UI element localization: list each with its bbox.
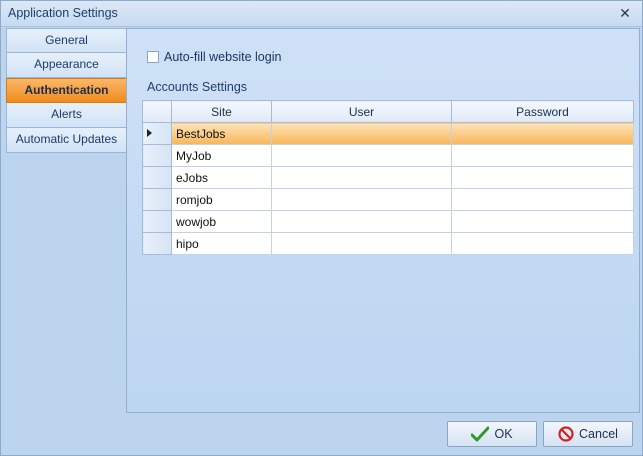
nav-item-general[interactable]: General [6, 28, 127, 53]
password-cell[interactable] [451, 122, 634, 145]
row-header[interactable] [142, 188, 172, 211]
row-pointer-icon [147, 129, 152, 137]
table-row[interactable]: romjob [142, 188, 634, 211]
title-bar[interactable]: Application Settings ✕ [1, 1, 642, 27]
user-cell[interactable] [271, 210, 452, 233]
authentication-panel: Auto-fill website login Accounts Setting… [126, 28, 640, 413]
autofill-option[interactable]: Auto-fill website login [147, 50, 281, 64]
nav-item-alerts[interactable]: Alerts [6, 103, 127, 128]
table-row[interactable]: eJobs [142, 166, 634, 189]
user-cell[interactable] [271, 188, 452, 211]
cancel-button[interactable]: Cancel [543, 421, 633, 447]
site-cell[interactable]: wowjob [171, 210, 272, 233]
window-title: Application Settings [8, 6, 118, 20]
row-header[interactable] [142, 232, 172, 255]
settings-window: Application Settings ✕ General Appearanc… [0, 0, 643, 456]
user-cell[interactable] [271, 232, 452, 255]
password-cell[interactable] [451, 232, 634, 255]
nav-item-appearance[interactable]: Appearance [6, 53, 127, 78]
cancel-label: Cancel [579, 427, 618, 441]
password-cell[interactable] [451, 144, 634, 167]
settings-nav: General Appearance Authentication Alerts… [6, 28, 127, 153]
table-row[interactable]: hipo [142, 232, 634, 255]
ok-button[interactable]: OK [447, 421, 537, 447]
row-header[interactable] [142, 144, 172, 167]
column-header-user[interactable]: User [271, 100, 452, 123]
site-cell[interactable]: MyJob [171, 144, 272, 167]
grid-corner-header [142, 100, 172, 123]
row-header[interactable] [142, 210, 172, 233]
ok-label: OK [494, 427, 513, 441]
password-cell[interactable] [451, 210, 634, 233]
nav-item-automatic-updates[interactable]: Automatic Updates [6, 128, 127, 153]
table-row[interactable]: BestJobs [142, 122, 634, 145]
row-header[interactable] [142, 122, 172, 145]
password-cell[interactable] [451, 166, 634, 189]
checkmark-icon [471, 426, 490, 442]
accounts-settings-label: Accounts Settings [147, 80, 248, 94]
table-row[interactable]: MyJob [142, 144, 634, 167]
user-cell[interactable] [271, 122, 452, 145]
user-cell[interactable] [271, 144, 452, 167]
column-header-password[interactable]: Password [451, 100, 634, 123]
grid-header-row: Site User Password [142, 100, 634, 123]
autofill-checkbox[interactable] [147, 51, 159, 63]
cancel-circle-icon [558, 426, 574, 442]
site-cell[interactable]: hipo [171, 232, 272, 255]
site-cell[interactable]: romjob [171, 188, 272, 211]
user-cell[interactable] [271, 166, 452, 189]
site-cell[interactable]: BestJobs [171, 122, 272, 145]
column-header-site[interactable]: Site [171, 100, 272, 123]
nav-item-authentication[interactable]: Authentication [6, 78, 127, 103]
autofill-label: Auto-fill website login [164, 50, 282, 64]
row-header[interactable] [142, 166, 172, 189]
password-cell[interactable] [451, 188, 634, 211]
table-row[interactable]: wowjob [142, 210, 634, 233]
close-icon[interactable]: ✕ [616, 4, 634, 22]
site-cell[interactable]: eJobs [171, 166, 272, 189]
accounts-grid: Site User Password BestJobs MyJob eJobs … [142, 100, 634, 255]
